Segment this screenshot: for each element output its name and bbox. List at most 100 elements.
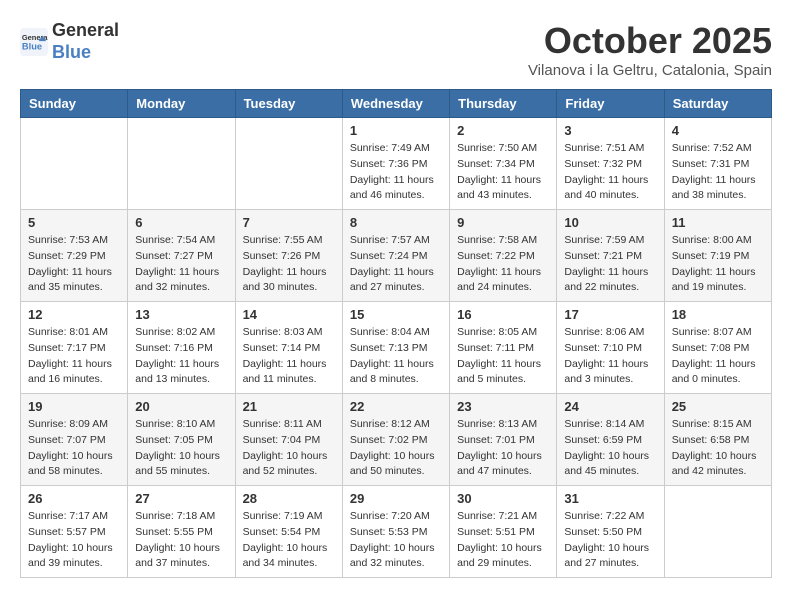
- day-number: 25: [672, 399, 764, 414]
- week-row-2: 5 Sunrise: 7:53 AM Sunset: 7:29 PM Daylig…: [21, 210, 772, 302]
- day-cell-2: 2 Sunrise: 7:50 AM Sunset: 7:34 PM Daylig…: [450, 118, 557, 210]
- day-number: 16: [457, 307, 549, 322]
- day-cell-27: 27Sunrise: 7:18 AM Sunset: 5:55 PM Dayli…: [128, 486, 235, 578]
- week-row-5: 26 Sunrise: 7:17 AM Sunset: 5:57 PM Dayli…: [21, 486, 772, 578]
- weekday-header-row: SundayMondayTuesdayWednesdayThursdayFrid…: [21, 90, 772, 118]
- weekday-header-sunday: Sunday: [21, 90, 128, 118]
- day-number: 26: [28, 491, 120, 506]
- day-cell-19: 19 Sunrise: 8:09 AM Sunset: 7:07 PM Dayli…: [21, 394, 128, 486]
- day-number: 30: [457, 491, 549, 506]
- day-number: 5: [28, 215, 120, 230]
- weekday-header-monday: Monday: [128, 90, 235, 118]
- day-number: 18: [672, 307, 764, 322]
- day-info: Sunrise: 8:15 AM Sunset: 6:58 PM Dayligh…: [672, 417, 764, 480]
- location-subtitle: Vilanova i la Geltru, Catalonia, Spain: [528, 62, 772, 79]
- page-header: General Blue GeneralBlue October 2025 Vi…: [20, 20, 772, 79]
- title-block: October 2025 Vilanova i la Geltru, Catal…: [528, 20, 772, 79]
- day-number: 14: [243, 307, 335, 322]
- week-row-4: 19 Sunrise: 8:09 AM Sunset: 7:07 PM Dayli…: [21, 394, 772, 486]
- week-row-3: 12 Sunrise: 8:01 AM Sunset: 7:17 PM Dayli…: [21, 302, 772, 394]
- day-info: Sunrise: 7:55 AM Sunset: 7:26 PM Dayligh…: [243, 233, 335, 296]
- day-cell-31: 31 Sunrise: 7:22 AM Sunset: 5:50 PM Dayli…: [557, 486, 664, 578]
- day-info: Sunrise: 7:17 AM Sunset: 5:57 PM Dayligh…: [28, 509, 120, 572]
- day-info: Sunrise: 8:10 AM Sunset: 7:05 PM Dayligh…: [135, 417, 227, 480]
- day-cell-14: 14 Sunrise: 8:03 AM Sunset: 7:14 PM Dayli…: [235, 302, 342, 394]
- day-cell-23: 23 Sunrise: 8:13 AM Sunset: 7:01 PM Dayli…: [450, 394, 557, 486]
- day-number: 1: [350, 123, 442, 138]
- day-number: 10: [564, 215, 656, 230]
- calendar-table: SundayMondayTuesdayWednesdayThursdayFrid…: [20, 89, 772, 578]
- day-cell-22: 22Sunrise: 8:12 AM Sunset: 7:02 PM Dayli…: [342, 394, 449, 486]
- day-info: Sunrise: 7:19 AM Sunset: 5:54 PM Dayligh…: [243, 509, 335, 572]
- day-number: 23: [457, 399, 549, 414]
- day-info: Sunrise: 7:54 AM Sunset: 7:27 PM Dayligh…: [135, 233, 227, 296]
- day-info: Sunrise: 8:13 AM Sunset: 7:01 PM Dayligh…: [457, 417, 549, 480]
- day-cell-16: 16 Sunrise: 8:05 AM Sunset: 7:11 PM Dayli…: [450, 302, 557, 394]
- day-number: 20: [135, 399, 227, 414]
- day-cell-15: 15 Sunrise: 8:04 AM Sunset: 7:13 PM Dayli…: [342, 302, 449, 394]
- day-number: 4: [672, 123, 764, 138]
- day-cell-13: 13Sunrise: 8:02 AM Sunset: 7:16 PM Dayli…: [128, 302, 235, 394]
- day-info: Sunrise: 8:04 AM Sunset: 7:13 PM Dayligh…: [350, 325, 442, 388]
- day-info: Sunrise: 8:07 AM Sunset: 7:08 PM Dayligh…: [672, 325, 764, 388]
- day-info: Sunrise: 7:58 AM Sunset: 7:22 PM Dayligh…: [457, 233, 549, 296]
- day-cell-10: 10 Sunrise: 7:59 AM Sunset: 7:21 PM Dayli…: [557, 210, 664, 302]
- day-info: Sunrise: 7:57 AM Sunset: 7:24 PM Dayligh…: [350, 233, 442, 296]
- day-info: Sunrise: 8:03 AM Sunset: 7:14 PM Dayligh…: [243, 325, 335, 388]
- day-cell-26: 26 Sunrise: 7:17 AM Sunset: 5:57 PM Dayli…: [21, 486, 128, 578]
- day-number: 7: [243, 215, 335, 230]
- day-number: 11: [672, 215, 764, 230]
- day-cell-25: 25 Sunrise: 8:15 AM Sunset: 6:58 PM Dayli…: [664, 394, 771, 486]
- day-cell-29: 29 Sunrise: 7:20 AM Sunset: 5:53 PM Dayli…: [342, 486, 449, 578]
- logo-text: GeneralBlue: [52, 20, 119, 63]
- empty-cell: [128, 118, 235, 210]
- day-cell-6: 6Sunrise: 7:54 AM Sunset: 7:27 PM Daylig…: [128, 210, 235, 302]
- logo: General Blue GeneralBlue: [20, 20, 119, 63]
- day-info: Sunrise: 7:22 AM Sunset: 5:50 PM Dayligh…: [564, 509, 656, 572]
- day-info: Sunrise: 8:00 AM Sunset: 7:19 PM Dayligh…: [672, 233, 764, 296]
- day-cell-4: 4 Sunrise: 7:52 AM Sunset: 7:31 PM Daylig…: [664, 118, 771, 210]
- day-cell-30: 30Sunrise: 7:21 AM Sunset: 5:51 PM Dayli…: [450, 486, 557, 578]
- logo-icon: General Blue: [20, 28, 48, 56]
- day-cell-3: 3 Sunrise: 7:51 AM Sunset: 7:32 PM Daylig…: [557, 118, 664, 210]
- day-number: 19: [28, 399, 120, 414]
- day-info: Sunrise: 7:51 AM Sunset: 7:32 PM Dayligh…: [564, 141, 656, 204]
- day-number: 9: [457, 215, 549, 230]
- day-number: 17: [564, 307, 656, 322]
- day-number: 12: [28, 307, 120, 322]
- day-cell-18: 18 Sunrise: 8:07 AM Sunset: 7:08 PM Dayli…: [664, 302, 771, 394]
- weekday-header-tuesday: Tuesday: [235, 90, 342, 118]
- empty-cell: [235, 118, 342, 210]
- svg-text:Blue: Blue: [22, 41, 42, 51]
- weekday-header-wednesday: Wednesday: [342, 90, 449, 118]
- day-number: 29: [350, 491, 442, 506]
- day-number: 8: [350, 215, 442, 230]
- day-number: 3: [564, 123, 656, 138]
- day-info: Sunrise: 8:06 AM Sunset: 7:10 PM Dayligh…: [564, 325, 656, 388]
- day-info: Sunrise: 7:20 AM Sunset: 5:53 PM Dayligh…: [350, 509, 442, 572]
- day-number: 28: [243, 491, 335, 506]
- day-number: 21: [243, 399, 335, 414]
- day-number: 2: [457, 123, 549, 138]
- day-cell-11: 11 Sunrise: 8:00 AM Sunset: 7:19 PM Dayli…: [664, 210, 771, 302]
- day-info: Sunrise: 8:05 AM Sunset: 7:11 PM Dayligh…: [457, 325, 549, 388]
- day-cell-20: 20 Sunrise: 8:10 AM Sunset: 7:05 PM Dayli…: [128, 394, 235, 486]
- day-info: Sunrise: 7:59 AM Sunset: 7:21 PM Dayligh…: [564, 233, 656, 296]
- day-cell-7: 7 Sunrise: 7:55 AM Sunset: 7:26 PM Daylig…: [235, 210, 342, 302]
- day-cell-5: 5 Sunrise: 7:53 AM Sunset: 7:29 PM Daylig…: [21, 210, 128, 302]
- day-cell-1: 1Sunrise: 7:49 AM Sunset: 7:36 PM Daylig…: [342, 118, 449, 210]
- day-info: Sunrise: 7:52 AM Sunset: 7:31 PM Dayligh…: [672, 141, 764, 204]
- day-info: Sunrise: 7:50 AM Sunset: 7:34 PM Dayligh…: [457, 141, 549, 204]
- day-info: Sunrise: 7:53 AM Sunset: 7:29 PM Dayligh…: [28, 233, 120, 296]
- day-cell-21: 21Sunrise: 8:11 AM Sunset: 7:04 PM Dayli…: [235, 394, 342, 486]
- day-info: Sunrise: 8:02 AM Sunset: 7:16 PM Dayligh…: [135, 325, 227, 388]
- day-number: 15: [350, 307, 442, 322]
- day-info: Sunrise: 8:09 AM Sunset: 7:07 PM Dayligh…: [28, 417, 120, 480]
- day-cell-12: 12 Sunrise: 8:01 AM Sunset: 7:17 PM Dayli…: [21, 302, 128, 394]
- day-cell-8: 8 Sunrise: 7:57 AM Sunset: 7:24 PM Daylig…: [342, 210, 449, 302]
- day-info: Sunrise: 8:01 AM Sunset: 7:17 PM Dayligh…: [28, 325, 120, 388]
- day-number: 31: [564, 491, 656, 506]
- weekday-header-saturday: Saturday: [664, 90, 771, 118]
- week-row-1: 1Sunrise: 7:49 AM Sunset: 7:36 PM Daylig…: [21, 118, 772, 210]
- month-title: October 2025: [528, 20, 772, 62]
